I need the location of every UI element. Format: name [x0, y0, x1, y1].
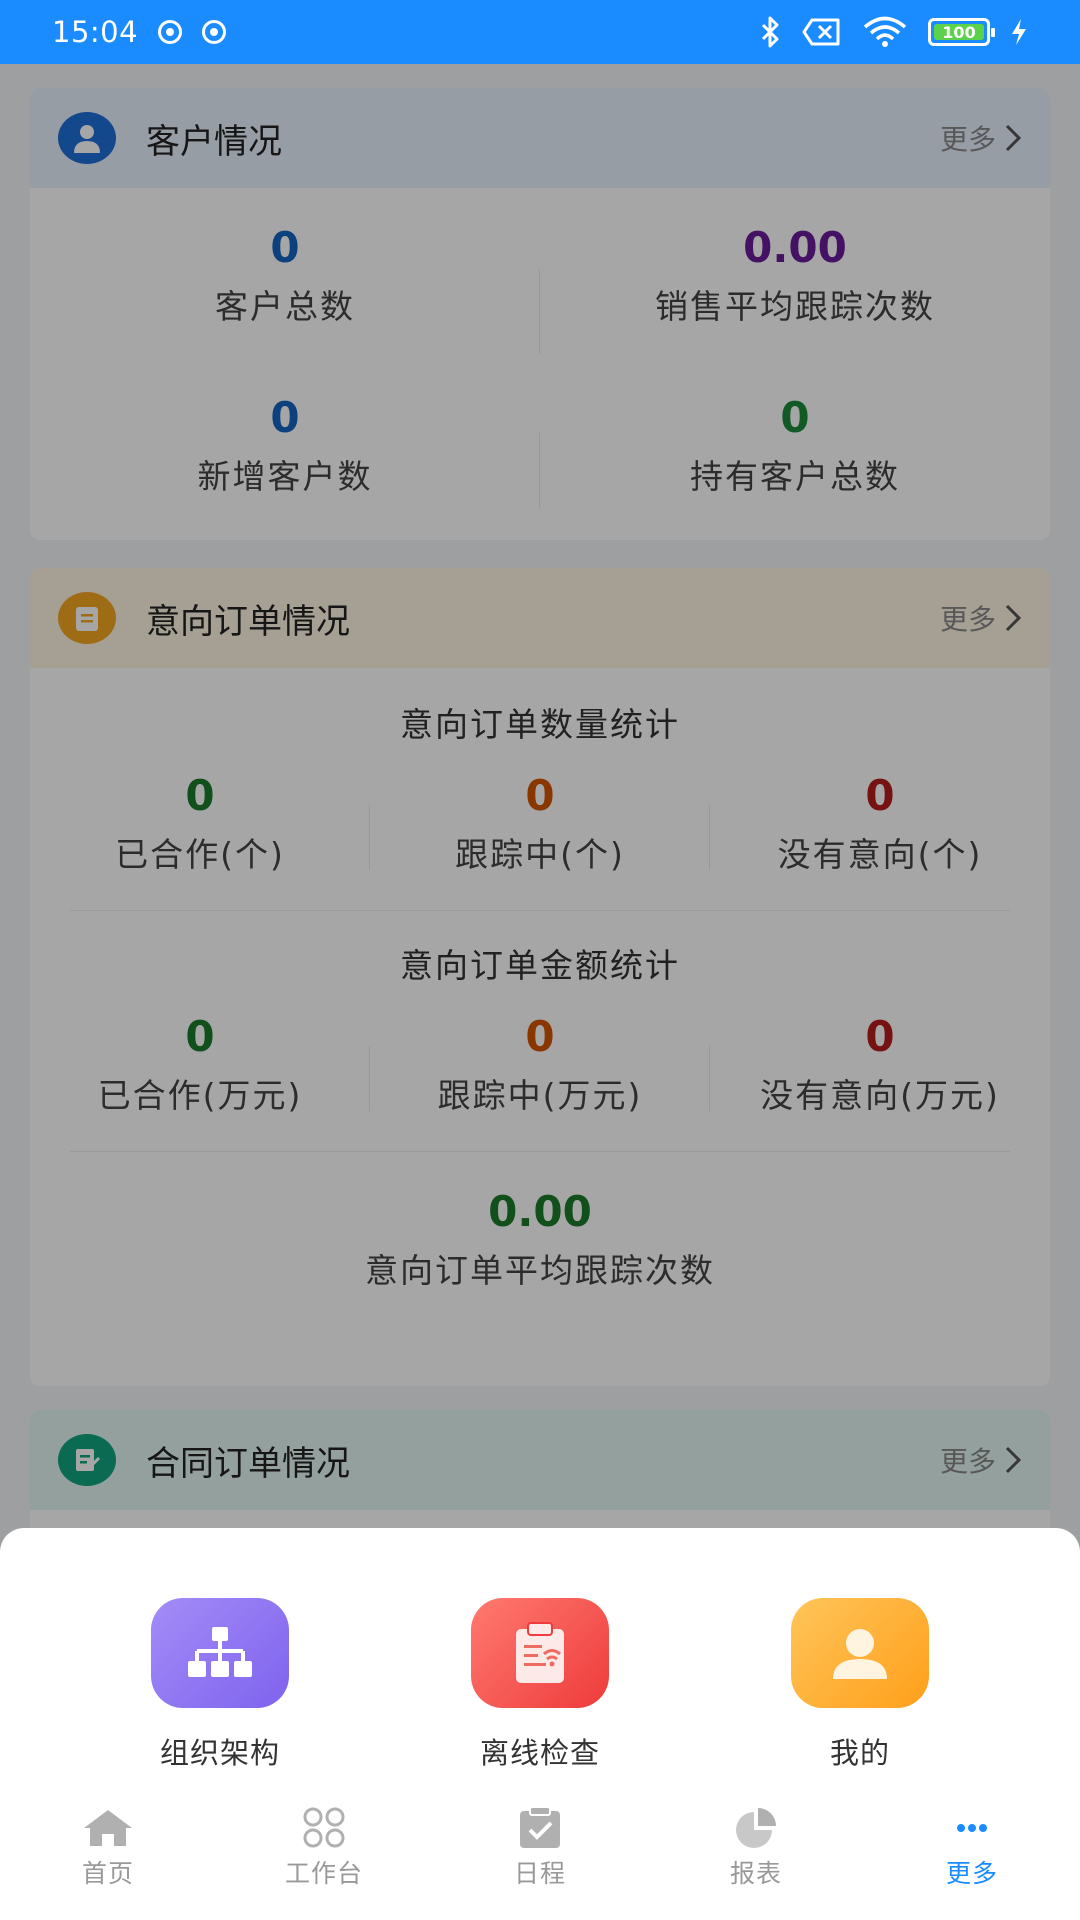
tab-label: 报表	[729, 1859, 782, 1888]
battery-level: 100	[942, 22, 976, 42]
user-icon	[791, 1598, 929, 1708]
status-time: 15:04	[52, 15, 139, 49]
bluetooth-icon	[761, 16, 779, 48]
menu-label: 组织架构	[159, 1736, 280, 1770]
tab-label: 首页	[81, 1859, 134, 1888]
clipboard-offline-icon	[471, 1598, 609, 1708]
menu-item-offline-check[interactable]: 离线检查	[410, 1598, 670, 1772]
home-icon	[84, 1810, 132, 1846]
menu-label: 我的	[829, 1736, 890, 1770]
wifi-icon	[863, 16, 907, 47]
workbench-icon	[303, 1807, 345, 1848]
schedule-icon	[520, 1806, 560, 1848]
no-sim-icon	[802, 18, 840, 46]
charging-icon	[1012, 19, 1026, 45]
tab-more[interactable]: 更多	[864, 1802, 1080, 1920]
tab-report[interactable]: 报表	[648, 1802, 864, 1920]
tab-schedule[interactable]: 日程	[432, 1802, 648, 1920]
org-chart-icon	[151, 1598, 289, 1708]
tab-label: 更多	[945, 1859, 998, 1888]
status-bar: 15:04 100	[0, 0, 1080, 64]
menu-item-me[interactable]: 我的	[730, 1598, 990, 1772]
menu-label: 离线检查	[479, 1736, 600, 1770]
more-bottom-sheet: 组织架构 离线检查 我的 首页 工作台 日程 报表 更多	[0, 1528, 1080, 1920]
report-icon	[736, 1808, 776, 1848]
more-icon	[957, 1824, 987, 1832]
bottom-tab-bar: 首页 工作台 日程 报表 更多	[0, 1802, 1080, 1920]
notification-icon	[158, 20, 183, 44]
tab-label: 工作台	[284, 1859, 363, 1888]
menu-item-org-chart[interactable]: 组织架构	[90, 1598, 350, 1772]
notification-icon	[202, 20, 227, 44]
tab-workbench[interactable]: 工作台	[216, 1802, 432, 1920]
tab-label: 日程	[513, 1859, 566, 1888]
battery-icon: 100	[928, 18, 995, 46]
tab-home[interactable]: 首页	[0, 1802, 216, 1920]
